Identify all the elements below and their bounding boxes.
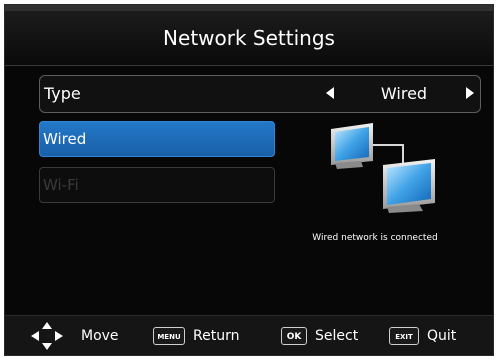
return-label: Return <box>193 328 240 344</box>
connection-status: Wired network is connected <box>312 233 438 243</box>
type-value: Wired <box>380 84 428 103</box>
type-label: Type <box>44 84 81 103</box>
ok-key-icon: OK <box>281 327 307 345</box>
select-label: Select <box>315 328 359 344</box>
network-connection-icon <box>331 123 435 213</box>
exit-key-icon: EXIT <box>389 327 419 345</box>
page-title: Network Settings <box>5 11 493 66</box>
footer-hints: Move MENU Return OK Select EXIT Quit <box>5 315 493 355</box>
arrow-right-icon[interactable] <box>466 87 474 99</box>
quit-label: Quit <box>427 328 457 344</box>
move-label: Move <box>81 328 119 344</box>
dpad-icon <box>31 322 63 350</box>
option-wired[interactable]: Wired <box>39 121 275 157</box>
arrow-left-icon[interactable] <box>326 87 334 99</box>
option-wifi[interactable]: Wi-Fi <box>39 167 275 203</box>
tv-screen: Network Settings Type Wired Wired Wi-Fi <box>4 4 494 356</box>
type-selector[interactable]: Type Wired <box>39 75 481 113</box>
menu-key-icon: MENU <box>153 327 185 345</box>
